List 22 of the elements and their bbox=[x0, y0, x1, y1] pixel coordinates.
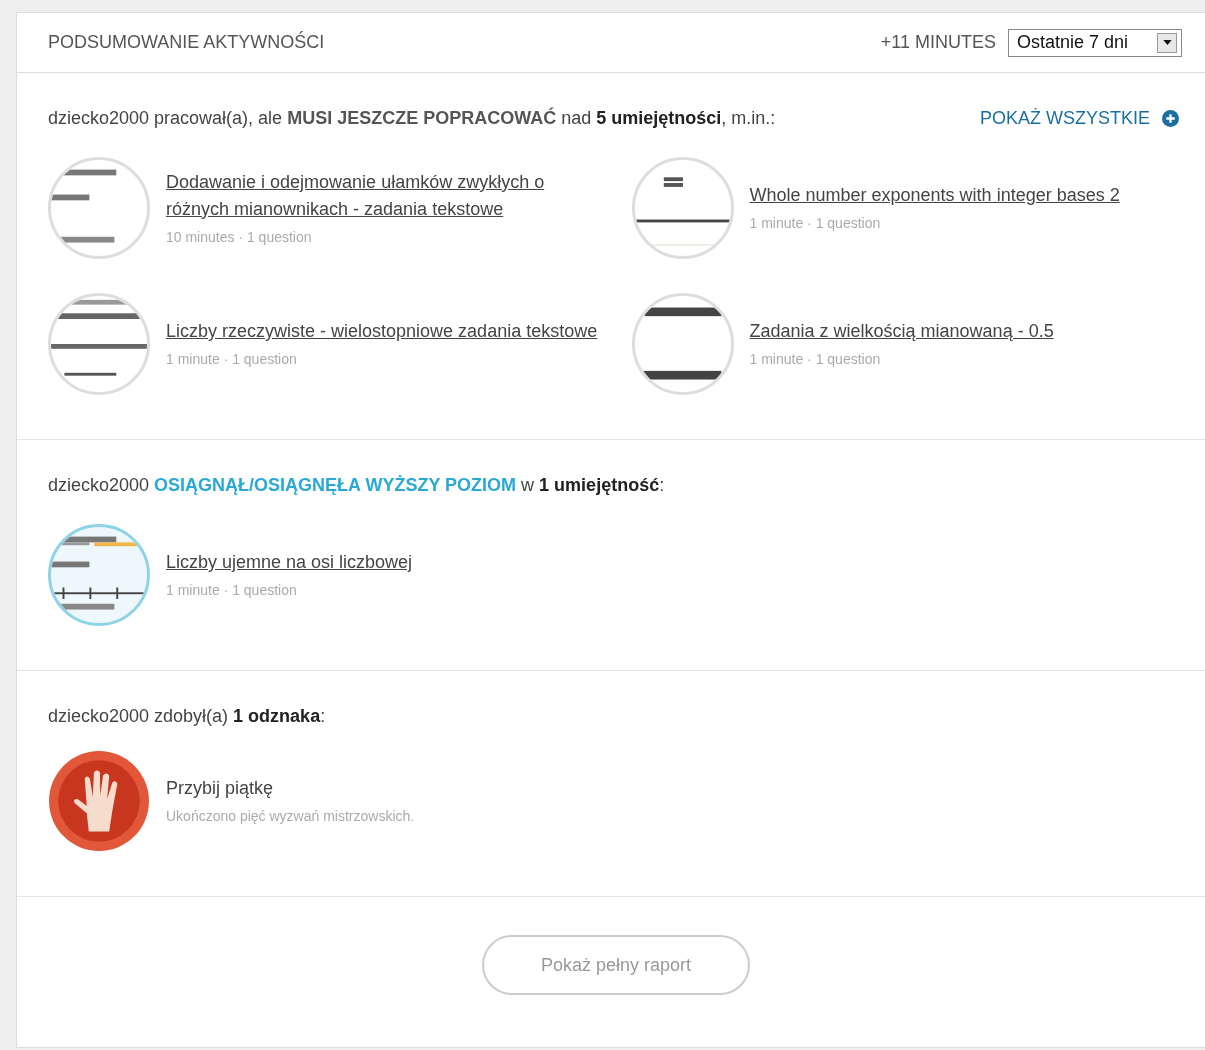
badge-description: Ukończono pięć wyzwań mistrzowskich. bbox=[166, 807, 415, 826]
skill-link[interactable]: Dodawanie i odejmowanie ułamków zwykłych o różnych mianownikach - zadania tekstowe bbox=[166, 168, 602, 223]
show-all-link[interactable]: POKAŻ WSZYSTKIE bbox=[979, 105, 1179, 132]
skill-link[interactable]: Zadania z wielkością mianowaną - 0.5 bbox=[749, 318, 1054, 345]
caret-icon bbox=[1162, 40, 1172, 45]
hand-badge-icon bbox=[48, 750, 150, 852]
summary-sentence: dziecko2000 OSIĄGNĄŁ/OSIĄGNĘŁA WYŻSZY POZIOM w 1 umiejętność: bbox=[48, 474, 665, 497]
badge-title: Przybij piątkę bbox=[166, 777, 275, 800]
plus-circle-icon bbox=[1162, 110, 1179, 127]
skill-link[interactable]: Liczby rzeczywiste - wielostopniowe zadania tekstowe bbox=[166, 318, 598, 345]
skill-meta: 1 minute · 1 question bbox=[166, 581, 298, 600]
summary-sentence: dziecko2000 zdobył(a) 1 odznaka: bbox=[48, 705, 326, 728]
skill-meta: 1 minute · 1 question bbox=[166, 350, 298, 369]
skill-meta: 1 minute · 1 question bbox=[749, 214, 882, 233]
skill-meta: 1 minute · 1 question bbox=[749, 350, 882, 369]
skill-link[interactable]: Whole number exponents with integer bases 2 bbox=[749, 182, 1120, 209]
minutes-total: +11 MINUTES bbox=[880, 31, 996, 54]
range-select[interactable]: Ostatnie 7 dni bbox=[1008, 28, 1182, 57]
skill-link[interactable]: Liczby ujemne na osi liczbowej bbox=[166, 549, 413, 576]
panel-title: PODSUMOWANIE AKTYWNOŚCI bbox=[48, 30, 325, 54]
skill-meta: 10 minutes · 1 question bbox=[166, 227, 313, 247]
summary-sentence: dziecko2000 pracował(a), ale MUSI JESZCZE POPRACOWAĆ nad 5 umiejętności, m.in.: bbox=[48, 106, 776, 130]
